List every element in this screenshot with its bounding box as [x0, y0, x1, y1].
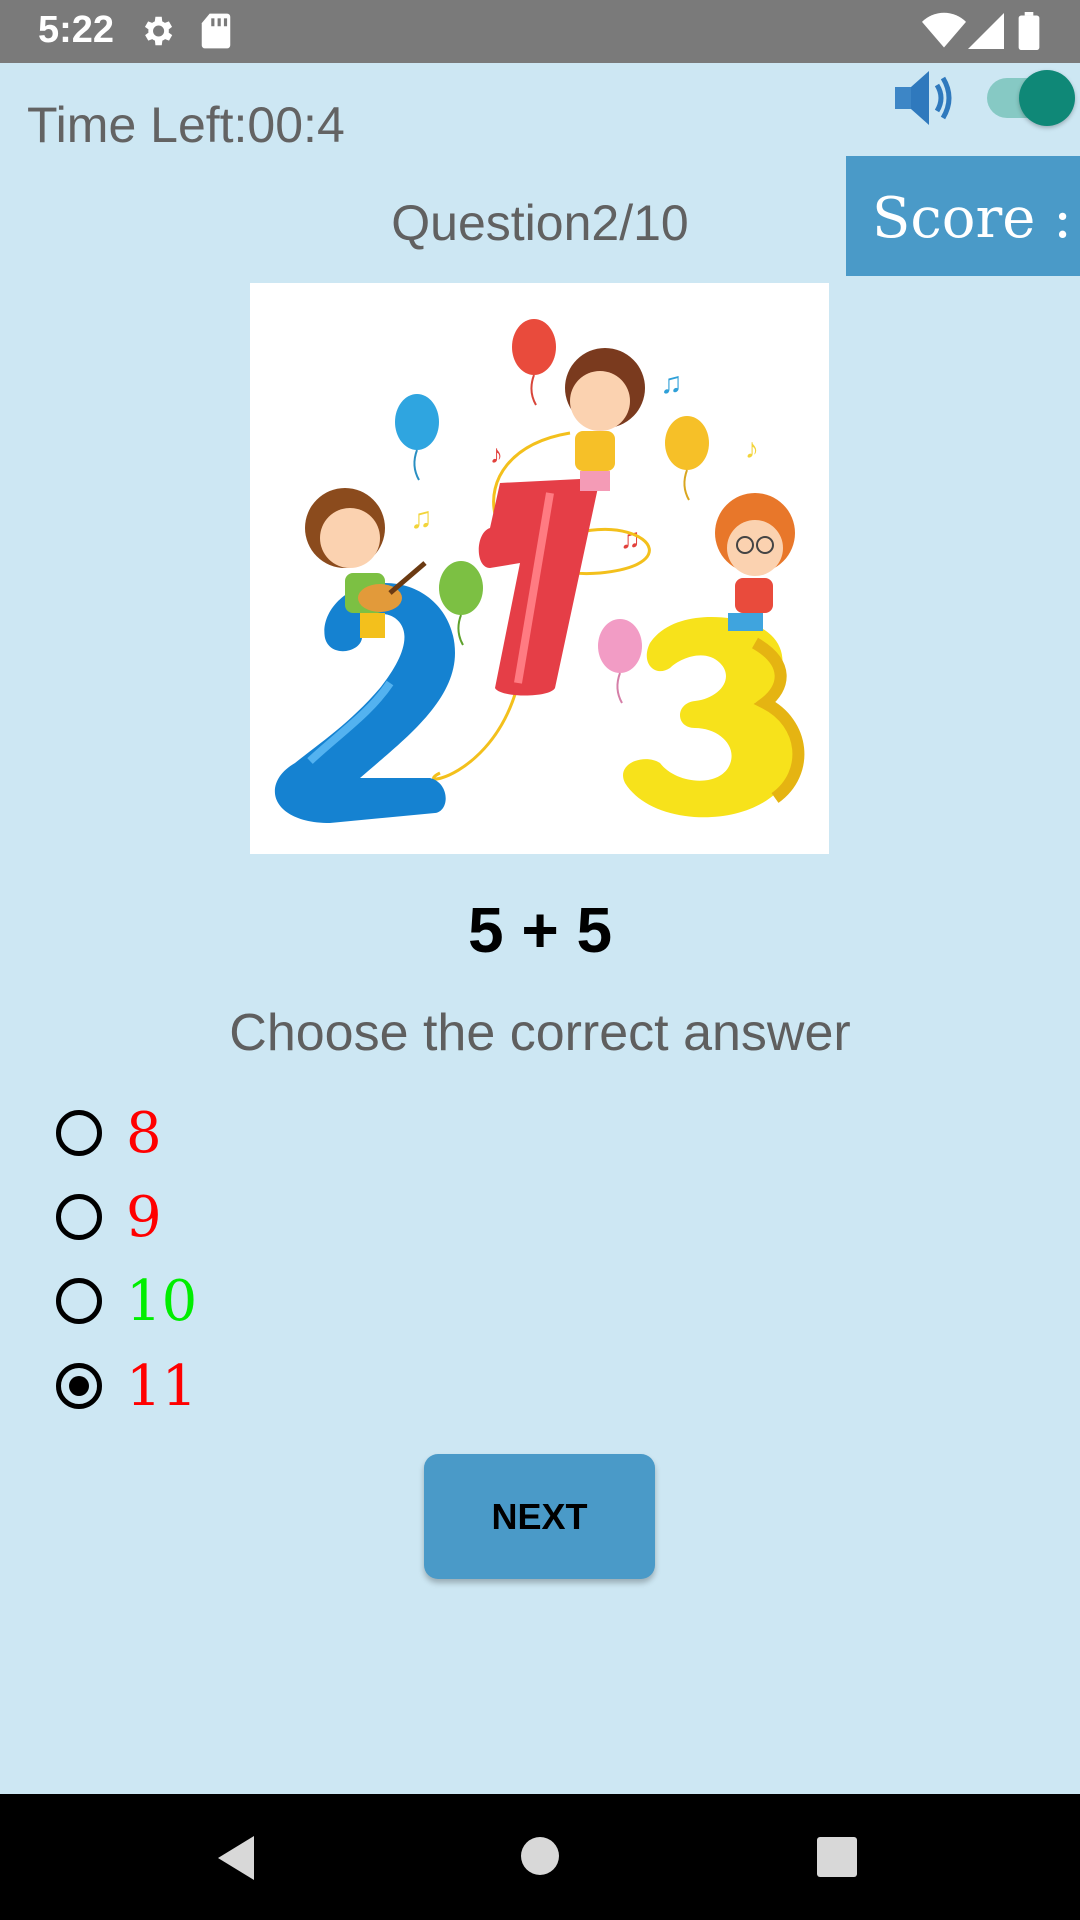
toggle-knob	[1019, 70, 1075, 126]
answer-label: 11	[126, 1354, 198, 1419]
sound-toggle[interactable]	[987, 70, 1075, 126]
back-icon[interactable]	[214, 1834, 258, 1887]
next-button[interactable]: NEXT	[424, 1454, 655, 1579]
recents-icon[interactable]	[817, 1837, 857, 1882]
sd-card-icon	[200, 12, 232, 55]
signal-icon	[968, 12, 1004, 55]
equation-text: 5 + 5	[467, 894, 613, 966]
kids-numbers-illustration: ♫ ♪ ♫ ♪ ♫	[250, 283, 829, 854]
wifi-icon	[922, 12, 966, 55]
settings-icon	[138, 12, 176, 55]
status-bar: 5:22	[0, 0, 1080, 63]
svg-text:♫: ♫	[410, 502, 433, 535]
svg-text:♫: ♫	[620, 523, 641, 554]
kid-singer-icon	[565, 348, 645, 491]
svg-text:♫: ♫	[660, 367, 683, 400]
timer-text: Time Left:00:4	[27, 97, 345, 153]
radio-button[interactable]	[56, 1278, 102, 1324]
radio-button-selected[interactable]	[56, 1363, 102, 1409]
radio-button[interactable]	[56, 1194, 102, 1240]
answer-label: 8	[126, 1101, 162, 1166]
svg-text:♪: ♪	[490, 439, 503, 469]
radio-button[interactable]	[56, 1110, 102, 1156]
navigation-bar	[0, 1794, 1080, 1920]
kid-glasses-icon	[715, 493, 795, 631]
speaker-volume-icon[interactable]	[893, 67, 957, 129]
home-icon[interactable]	[520, 1836, 560, 1881]
battery-icon	[1018, 12, 1040, 55]
instruction-text: Choose the correct answer	[229, 1004, 851, 1062]
answer-label: 9	[126, 1185, 162, 1250]
status-time: 5:22	[38, 9, 115, 51]
answer-label: 10	[126, 1269, 198, 1334]
svg-text:♪: ♪	[745, 433, 759, 464]
question-counter: Question2/10	[391, 195, 689, 251]
